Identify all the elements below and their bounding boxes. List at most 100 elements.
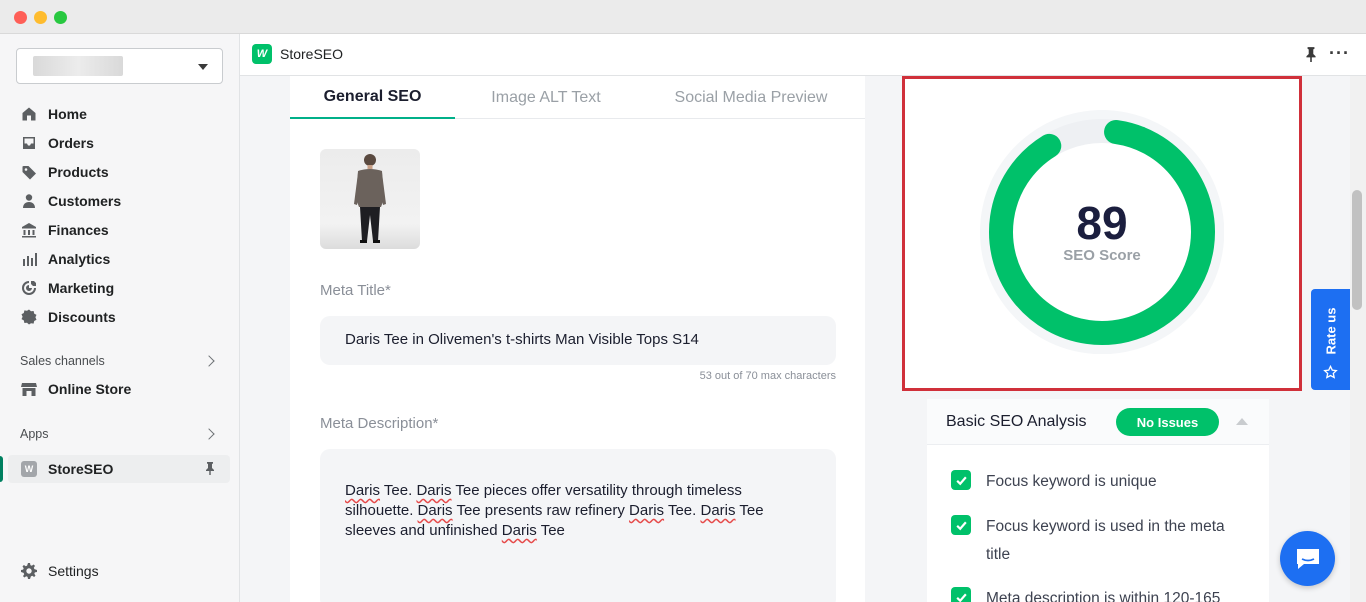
meta-title-char-count: 53 out of 70 max characters [699, 370, 836, 382]
text-fragment: Tee presents raw refinery [452, 502, 630, 519]
sidebar-item-products[interactable]: Products [8, 158, 230, 186]
seo-editor-card: General SEO Image ALT Text Social Media … [290, 76, 865, 602]
check-item-label: Focus keyword is unique [986, 473, 1157, 490]
sidebar-item-discounts[interactable]: Discounts [8, 303, 230, 331]
sidebar-item-marketing[interactable]: Marketing [8, 274, 230, 302]
tab-general-seo[interactable]: General SEO [290, 76, 455, 119]
check-item: Focus keyword is unique [951, 468, 1251, 496]
home-icon [21, 106, 37, 122]
sidebar-item-label: Products [48, 164, 109, 180]
store-name-blurred [33, 56, 123, 76]
text-fragment: Tee [536, 522, 565, 539]
orders-icon [21, 135, 37, 151]
scrollbar-thumb[interactable] [1352, 190, 1362, 310]
sidebar-item-label: Settings [48, 563, 99, 579]
sidebar-item-label: Discounts [48, 309, 116, 325]
pin-icon[interactable] [204, 461, 216, 475]
chat-bubble-icon [1296, 548, 1319, 569]
meta-description-input[interactable]: Daris Tee. Daris Tee pieces offer versat… [320, 449, 836, 602]
checkbox-checked-icon [951, 470, 971, 490]
rate-us-button[interactable]: Rate us [1311, 289, 1350, 390]
apps-label: Apps [20, 427, 49, 441]
text-fragment: sleeves and unfinished [345, 522, 502, 539]
check-item-label-line1: Focus keyword is used in the meta [986, 518, 1225, 535]
collapse-icon[interactable] [1236, 418, 1248, 425]
maximize-window-button[interactable] [54, 11, 67, 24]
bar-chart-icon [21, 251, 37, 267]
main-content: General SEO Image ALT Text Social Media … [240, 76, 1350, 602]
tab-social-media-preview[interactable]: Social Media Preview [637, 76, 865, 119]
checkbox-checked-icon [951, 587, 971, 602]
seo-tabs: General SEO Image ALT Text Social Media … [290, 76, 865, 119]
spellcheck-word: Daris [345, 482, 381, 499]
target-icon [21, 280, 37, 296]
chevron-right-icon[interactable] [203, 355, 215, 367]
sidebar-item-label: Analytics [48, 251, 111, 267]
spellcheck-word: Daris [629, 502, 665, 519]
bank-icon [21, 222, 37, 238]
sidebar-item-home[interactable]: Home [8, 100, 230, 128]
text-fragment: Tee. [664, 502, 701, 519]
spellcheck-word: Daris [417, 502, 453, 519]
spellcheck-word: Daris [501, 522, 537, 539]
sales-channels-label: Sales channels [20, 354, 105, 368]
spellcheck-word: Daris [700, 502, 736, 519]
sidebar-item-label: Finances [48, 222, 109, 238]
sidebar-item-label: StoreSEO [48, 461, 114, 477]
check-item: Focus keyword is used in the meta title [951, 513, 1251, 569]
sidebar-item-storeseo[interactable]: W StoreSEO [8, 455, 230, 483]
more-options-icon[interactable]: ··· [1329, 44, 1350, 62]
check-item: Meta description is within 120-165 [951, 585, 1251, 602]
text-fragment: silhouette. [345, 502, 418, 519]
close-window-button[interactable] [14, 11, 27, 24]
seo-score-value: 89 [1076, 197, 1128, 249]
text-fragment: Tee. [380, 482, 417, 499]
app-title: StoreSEO [280, 46, 344, 62]
minimize-window-button[interactable] [34, 11, 47, 24]
sidebar-item-label: Home [48, 106, 87, 122]
tag-icon [21, 164, 37, 180]
sidebar-item-label: Online Store [48, 381, 132, 397]
spellcheck-word: Daris [416, 482, 452, 499]
meta-title-label: Meta Title* [320, 282, 391, 299]
window-titlebar [0, 0, 1366, 34]
discount-icon [21, 309, 37, 325]
sidebar-item-settings[interactable]: Settings [8, 557, 230, 585]
sidebar-item-label: Orders [48, 135, 94, 151]
pin-icon[interactable] [1304, 46, 1318, 62]
storeseo-logo-icon: W [252, 44, 272, 64]
sidebar-item-online-store[interactable]: Online Store [8, 375, 230, 403]
text-fragment: Tee pieces offer versatility through tim… [451, 482, 742, 499]
check-item-label: Focus keyword is used in the meta title [986, 513, 1225, 569]
checkbox-checked-icon [951, 515, 971, 535]
tab-image-alt-text[interactable]: Image ALT Text [455, 76, 637, 119]
sidebar: Home Orders Products Customers Finances … [0, 34, 240, 602]
analysis-header[interactable]: Basic SEO Analysis No Issues [927, 399, 1269, 445]
basic-seo-analysis-card: Basic SEO Analysis No Issues Focus keywo… [927, 399, 1269, 602]
sidebar-item-customers[interactable]: Customers [8, 187, 230, 215]
store-selector[interactable] [16, 48, 223, 84]
sidebar-item-label: Customers [48, 193, 122, 209]
chevron-down-icon [198, 64, 208, 70]
person-icon [21, 193, 37, 209]
gear-icon [21, 563, 37, 579]
chat-support-button[interactable] [1280, 531, 1335, 586]
product-image [320, 149, 420, 249]
check-item-label-line2: title [986, 546, 1011, 563]
analysis-title: Basic SEO Analysis [946, 413, 1087, 430]
sidebar-item-label: Marketing [48, 280, 115, 296]
storeseo-app-icon: W [21, 461, 37, 477]
app-header: W StoreSEO ··· [240, 34, 1366, 76]
scrollbar[interactable] [1350, 76, 1366, 602]
sidebar-item-analytics[interactable]: Analytics [8, 245, 230, 273]
meta-title-input[interactable]: Daris Tee in Olivemen's t-shirts Man Vis… [320, 316, 836, 365]
check-item-label: Meta description is within 120-165 [986, 590, 1221, 602]
star-icon [1323, 365, 1338, 379]
text-fragment: Tee [735, 502, 764, 519]
seo-score-panel: 89 SEO Score [902, 76, 1302, 391]
status-badge: No Issues [1116, 408, 1219, 436]
active-indicator [0, 456, 3, 482]
sidebar-item-orders[interactable]: Orders [8, 129, 230, 157]
chevron-right-icon[interactable] [203, 428, 215, 440]
sidebar-item-finances[interactable]: Finances [8, 216, 230, 244]
